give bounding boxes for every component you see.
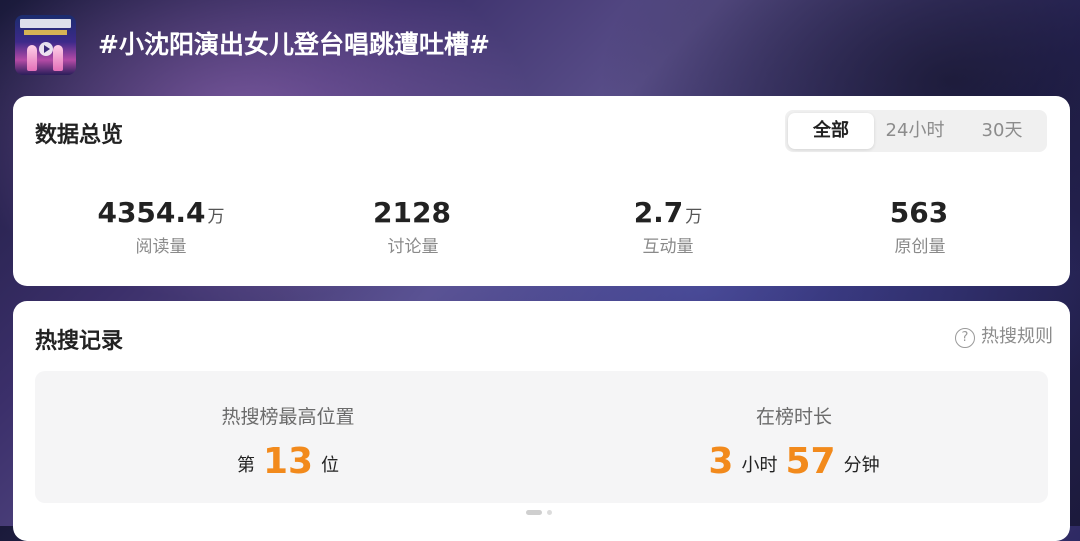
hot-search-heading: 热搜记录 — [35, 329, 124, 354]
duration-minutes-unit: 分钟 — [843, 455, 880, 476]
duration-hours: 3 — [708, 441, 734, 482]
duration-title: 在榜时长 — [755, 406, 832, 428]
tab-30d[interactable]: 30天 — [960, 113, 1044, 149]
stat-reads: 4354.4 万 阅读量 — [36, 196, 286, 257]
stat-label: 阅读量 — [135, 237, 187, 257]
topic-title: #小沈阳演出女儿登台唱跳遭吐槽# — [98, 30, 490, 59]
stat-discussions: 2128 讨论量 — [288, 196, 538, 257]
stat-label: 互动量 — [642, 237, 694, 257]
stat-label: 原创量 — [894, 237, 946, 257]
stat-value: 2.7 — [633, 196, 684, 229]
thumbnail-caption-bar — [24, 30, 67, 35]
video-thumbnail[interactable] — [15, 15, 76, 75]
hot-search-stats-panel: 热搜榜最高位置 第 13 位 在榜时长 3 小时 57 分钟 — [35, 371, 1048, 503]
tab-24h[interactable]: 24小时 — [875, 113, 955, 149]
peak-rank-number: 13 — [262, 441, 314, 482]
page-dot-active — [526, 510, 542, 515]
thumbnail-banner — [20, 19, 71, 28]
thumbnail-figure — [27, 45, 37, 71]
stat-value: 563 — [889, 196, 949, 229]
peak-rank-prefix: 第 — [236, 455, 255, 476]
stat-value: 2128 — [373, 196, 451, 229]
data-overview-card: 数据总览 全部 24小时 30天 4354.4 万 阅读量 2128 讨论量 2.… — [13, 96, 1070, 286]
peak-rank-title: 热搜榜最高位置 — [221, 406, 355, 428]
peak-rank-value-row: 第 13 位 — [35, 437, 541, 487]
stat-unit: 万 — [207, 207, 225, 227]
question-circle-icon: ? — [955, 328, 975, 348]
hot-search-card: 热搜记录 ? 热搜规则 热搜榜最高位置 第 13 位 在榜时长 3 小时 57 分钟 — [13, 301, 1070, 541]
stat-originals: 563 原创量 — [795, 196, 1045, 257]
duration-minutes: 57 — [785, 441, 836, 482]
overview-heading: 数据总览 — [35, 123, 124, 148]
duration-value-row: 3 小时 57 分钟 — [541, 437, 1047, 487]
stat-interactions: 2.7 万 互动量 — [543, 196, 793, 257]
time-range-selector: 全部 24小时 30天 — [785, 110, 1047, 152]
page-dot — [547, 510, 552, 515]
thumbnail-figure — [53, 45, 63, 71]
hot-search-rules-link[interactable]: ? 热搜规则 — [955, 325, 1053, 349]
rules-label: 热搜规则 — [981, 326, 1053, 347]
tab-all[interactable]: 全部 — [788, 113, 874, 149]
stat-unit: 万 — [685, 207, 703, 227]
peak-rank-suffix: 位 — [321, 455, 340, 476]
duration-hours-unit: 小时 — [741, 455, 778, 476]
stat-label: 讨论量 — [387, 237, 439, 257]
play-icon — [39, 42, 53, 56]
stat-value: 4354.4 — [97, 196, 206, 229]
